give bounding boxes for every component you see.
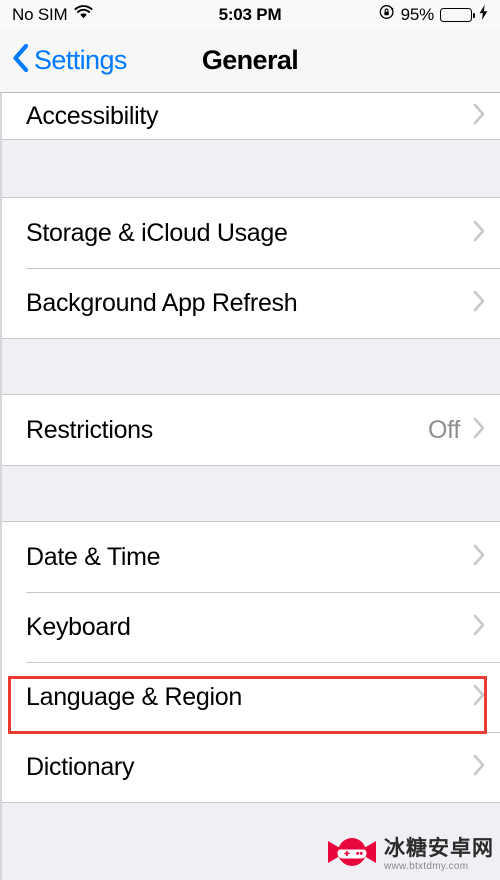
status-bar-left: No SIM [12,5,250,24]
group-storage: Storage & iCloud Usage Background App Re… [2,197,500,339]
lightning-bolt-icon [479,4,488,25]
row-label: Accessibility [26,102,159,130]
section-gap [2,339,500,394]
row-value: Off [428,415,460,444]
chevron-right-icon [472,613,486,642]
row-background-app-refresh[interactable]: Background App Refresh [2,268,500,338]
row-label: Date & Time [26,542,161,571]
row-keyboard[interactable]: Keyboard [2,592,500,662]
row-dictionary[interactable]: Dictionary [2,732,500,802]
group-localization: Date & Time Keyboard Language & Region D… [2,521,500,803]
row-label: Restrictions [26,415,153,444]
back-button-label: Settings [34,44,127,75]
group-accessibility: Accessibility [2,93,500,140]
chevron-left-icon [12,43,29,78]
battery-percent-label: 95% [400,5,435,24]
chevron-right-icon [472,543,486,572]
row-label: Storage & iCloud Usage [26,218,288,247]
settings-table: Accessibility Storage & iCloud Usage Bac… [0,93,500,880]
section-gap [2,803,500,858]
battery-icon [440,7,475,22]
section-gap [2,140,500,197]
row-date-time[interactable]: Date & Time [2,522,500,592]
back-button[interactable]: Settings [12,29,127,91]
row-label: Background App Refresh [26,288,298,317]
section-gap [2,466,500,521]
chevron-right-icon [472,102,486,131]
carrier-label: No SIM [12,5,68,24]
chevron-right-icon [472,289,486,318]
row-label: Keyboard [26,612,131,641]
chevron-right-icon [472,219,486,248]
wifi-icon [74,5,94,24]
rotation-lock-icon [379,4,395,25]
row-language-region[interactable]: Language & Region [2,662,500,732]
group-restrictions: Restrictions Off [2,394,500,466]
chevron-right-icon [472,753,486,782]
row-restrictions[interactable]: Restrictions Off [2,395,500,465]
navigation-bar: Settings General [0,29,500,93]
iphone-settings-screen: No SIM 5:03 PM 95% Settings General Acce… [0,0,500,880]
status-bar-right: 95% [250,4,488,25]
row-accessibility[interactable]: Accessibility [2,93,500,139]
row-storage-icloud-usage[interactable]: Storage & iCloud Usage [2,198,500,268]
chevron-right-icon [472,416,486,445]
chevron-right-icon [472,683,486,712]
row-label: Dictionary [26,752,135,781]
status-bar: No SIM 5:03 PM 95% [0,0,500,29]
row-label: Language & Region [26,682,242,711]
